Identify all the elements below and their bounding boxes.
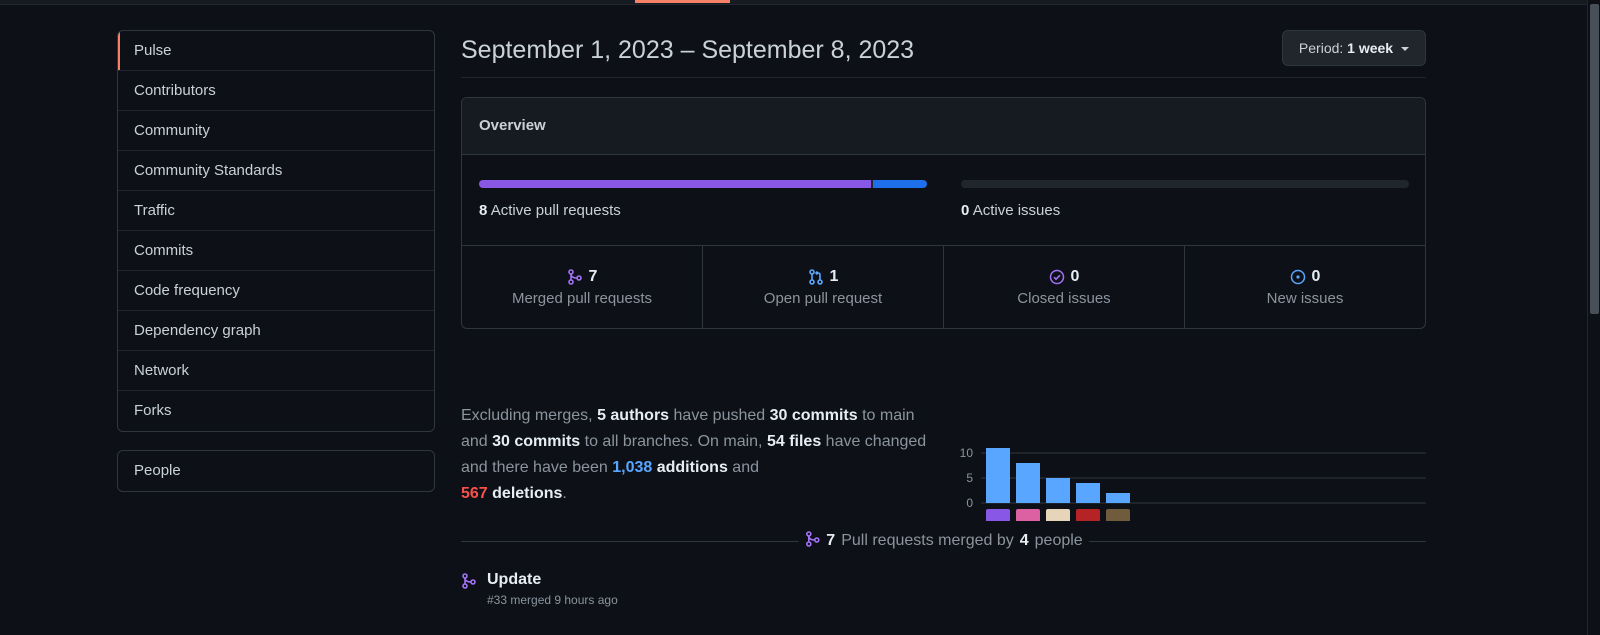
git-pull-request-icon (808, 269, 824, 285)
overview-box: Overview 8 Active pull requests 0 Active… (461, 97, 1426, 329)
insights-sidebar: Pulse Contributors Community Community S… (117, 30, 435, 492)
sidebar-item-community-standards[interactable]: Community Standards (118, 151, 434, 191)
merged-text-part: Pull requests merged by (841, 532, 1014, 549)
merged-progress-segment (479, 180, 871, 188)
open-progress-segment (873, 180, 927, 188)
contributor-avatar[interactable] (1076, 509, 1100, 521)
active-pull-requests-count: 8 (479, 202, 488, 219)
chart-tick-label: 10 (960, 446, 974, 460)
commits-all-count: 30 commits (492, 433, 581, 450)
additions-label: additions (656, 459, 728, 476)
contributor-avatar[interactable] (1106, 509, 1130, 521)
page-title: September 1, 2023 – September 8, 2023 (461, 36, 915, 64)
summary-text-part: to all branches. On main, (580, 433, 767, 450)
merged-pull-requests-divider: 7 Pull requests merged by 4 people (461, 529, 1426, 553)
period-label: Period: (1298, 40, 1344, 56)
issues-progress-bar (961, 180, 1409, 188)
contributor-bar[interactable] (1016, 463, 1040, 503)
open-pull-request-stat[interactable]: 1 Open pull request (703, 246, 944, 328)
active-tab-indicator (635, 0, 730, 3)
contributor-bar[interactable] (986, 448, 1010, 503)
active-issues-text: Active issues (972, 202, 1061, 219)
active-pull-requests-text: Active pull requests (490, 202, 621, 219)
pull-request-title-link[interactable]: Update (487, 571, 1426, 589)
contributors-bar-chart: 10 5 0 (960, 446, 1426, 521)
merged-people-count: 4 (1019, 532, 1029, 549)
contributor-bar[interactable] (1106, 493, 1130, 503)
sidebar-item-traffic[interactable]: Traffic (118, 191, 434, 231)
additions-count: 1,038 (612, 459, 653, 476)
active-pull-requests-label: 8 Active pull requests (479, 202, 927, 219)
summary-text-part: have pushed (669, 407, 770, 424)
period-dropdown-button[interactable]: Period: 1 week (1281, 30, 1426, 66)
sidebar-item-code-frequency[interactable]: Code frequency (118, 271, 434, 311)
pull-request-item: Update #33 merged 9 hours ago (461, 571, 1426, 607)
closed-issues-label: Closed issues (1017, 290, 1111, 307)
overview-stats-row: 7 Merged pull requests 1 Open pull reque… (462, 246, 1425, 328)
issue-opened-icon (1290, 269, 1306, 285)
caret-down-icon (1401, 47, 1409, 52)
sidebar-item-network[interactable]: Network (118, 351, 434, 391)
open-pull-request-label: Open pull request (763, 290, 883, 307)
people-menu: People (117, 450, 435, 492)
chart-tick-label: 0 (966, 496, 973, 510)
sidebar-item-community[interactable]: Community (118, 111, 434, 151)
pull-requests-progress-bar (479, 180, 927, 188)
active-pull-requests-block[interactable]: 8 Active pull requests (479, 180, 927, 219)
page-scrollbar[interactable] (1587, 0, 1600, 635)
pulse-main: September 1, 2023 – September 8, 2023 Pe… (461, 30, 1426, 607)
sidebar-item-contributors[interactable]: Contributors (118, 71, 434, 111)
merged-pull-requests-heading: 7 Pull requests merged by 4 people (798, 529, 1089, 553)
git-merge-icon (804, 530, 820, 552)
merged-pull-requests-stat[interactable]: 7 Merged pull requests (462, 246, 703, 328)
period-value: 1 week (1347, 40, 1394, 56)
pulse-header: September 1, 2023 – September 8, 2023 Pe… (461, 30, 1426, 78)
merged-text-part: people (1034, 532, 1083, 549)
active-issues-block[interactable]: 0 Active issues (961, 180, 1409, 219)
authors-count-link[interactable]: 5 authors (597, 407, 669, 424)
issue-closed-icon (1049, 269, 1065, 285)
commit-summary-section: Excluding merges, 5 authors have pushed … (461, 329, 1426, 529)
summary-text-part: and (727, 459, 759, 476)
open-pull-request-count: 1 (829, 268, 839, 285)
chart-tick-label: 5 (966, 471, 973, 485)
merged-count: 7 (826, 532, 836, 549)
files-changed-count: 54 files (766, 433, 822, 450)
contributor-bar[interactable] (1046, 478, 1070, 503)
insights-menu: Pulse Contributors Community Community S… (117, 30, 435, 432)
summary-text-part: Excluding merges, (461, 407, 598, 424)
overview-title: Overview (462, 98, 1425, 155)
git-merge-icon (461, 573, 477, 594)
merged-pull-requests-label: Merged pull requests (511, 290, 653, 307)
summary-text-part: . (562, 485, 567, 502)
sidebar-item-commits[interactable]: Commits (118, 231, 434, 271)
deletions-count: 567 (461, 485, 488, 502)
contributor-avatar[interactable] (1046, 509, 1070, 521)
scrollbar-thumb[interactable] (1590, 4, 1599, 314)
new-issues-stat[interactable]: 0 New issues (1185, 246, 1425, 328)
active-issues-count: 0 (961, 202, 970, 219)
pull-request-meta: #33 merged 9 hours ago (487, 593, 618, 607)
closed-issues-stat[interactable]: 0 Closed issues (944, 246, 1185, 328)
active-issues-label: 0 Active issues (961, 202, 1409, 219)
top-nav-strip (0, 0, 1600, 5)
overview-progress-area: 8 Active pull requests 0 Active issues (462, 155, 1425, 246)
merged-pull-requests-count: 7 (588, 268, 598, 285)
new-issues-count: 0 (1311, 268, 1321, 285)
contributor-avatar[interactable] (986, 509, 1010, 521)
commit-summary-text: Excluding merges, 5 authors have pushed … (461, 403, 941, 507)
sidebar-item-forks[interactable]: Forks (118, 391, 434, 431)
sidebar-item-dependency-graph[interactable]: Dependency graph (118, 311, 434, 351)
deletions-label: deletions (492, 485, 563, 502)
closed-issues-count: 0 (1070, 268, 1080, 285)
contributor-bar[interactable] (1076, 483, 1100, 503)
sidebar-item-pulse[interactable]: Pulse (118, 31, 434, 71)
contributor-avatar[interactable] (1016, 509, 1040, 521)
new-issues-label: New issues (1266, 290, 1344, 307)
commits-main-count: 30 commits (769, 407, 858, 424)
git-merge-icon (567, 269, 583, 285)
sidebar-item-people[interactable]: People (118, 451, 434, 491)
